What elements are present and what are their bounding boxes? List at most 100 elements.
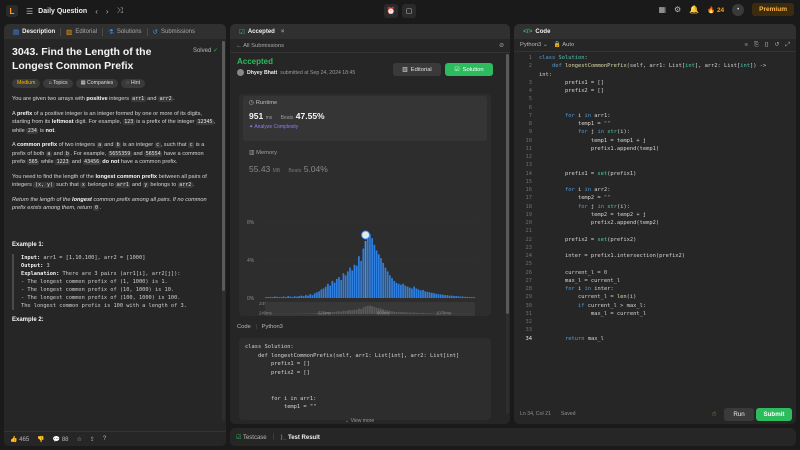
notification-bell-icon[interactable]: 🔔 bbox=[689, 5, 699, 14]
histogram-bar[interactable] bbox=[472, 297, 475, 298]
histogram-bar[interactable] bbox=[402, 283, 404, 298]
histogram-bar[interactable] bbox=[395, 282, 398, 298]
histogram-bar[interactable] bbox=[461, 296, 464, 298]
histogram-bar[interactable] bbox=[291, 296, 294, 298]
histogram-bar[interactable] bbox=[377, 254, 380, 298]
description-scrollbar[interactable] bbox=[222, 41, 225, 421]
histogram-bar[interactable] bbox=[333, 282, 336, 298]
histogram-bar[interactable] bbox=[320, 289, 323, 298]
notes-list-icon[interactable]: ≡ bbox=[745, 42, 748, 49]
runtime-distribution-chart[interactable]: 8%4%0%249ms525ms800ms1076ms249ms525ms800… bbox=[239, 94, 491, 316]
histogram-bar[interactable] bbox=[413, 286, 416, 298]
histogram-bar[interactable] bbox=[353, 264, 356, 298]
histogram-bar[interactable] bbox=[300, 295, 303, 298]
histogram-bar[interactable] bbox=[466, 296, 469, 298]
histogram-bar[interactable] bbox=[404, 285, 407, 298]
test-result-tab[interactable]: ⟩_ Test Result bbox=[280, 434, 320, 441]
histogram-bar[interactable] bbox=[265, 297, 267, 298]
histogram-bar[interactable] bbox=[302, 296, 305, 298]
histogram-bar[interactable] bbox=[411, 288, 413, 299]
timer-icon[interactable]: ⏰ bbox=[384, 4, 398, 18]
histogram-bar[interactable] bbox=[278, 297, 281, 298]
histogram-bar[interactable] bbox=[327, 283, 329, 298]
topics-tag[interactable]: ⌂ Topics bbox=[43, 79, 73, 88]
histogram-bar[interactable] bbox=[282, 296, 285, 298]
histogram-bar[interactable] bbox=[415, 288, 418, 299]
editorial-button[interactable]: ▥ Editorial bbox=[393, 63, 441, 76]
like-button[interactable]: 👍 465 bbox=[10, 436, 29, 443]
histogram-bar[interactable] bbox=[276, 296, 278, 298]
histogram-bar[interactable] bbox=[448, 295, 451, 298]
histogram-bar[interactable] bbox=[366, 237, 369, 298]
histogram-bar[interactable] bbox=[342, 273, 345, 298]
histogram-bar[interactable] bbox=[428, 292, 431, 298]
prev-problem-icon[interactable]: ‹ bbox=[95, 7, 98, 16]
histogram-bar[interactable] bbox=[351, 270, 354, 298]
histogram-bar[interactable] bbox=[386, 271, 389, 298]
histogram-bar[interactable] bbox=[397, 283, 400, 298]
histogram-bar[interactable] bbox=[316, 292, 318, 298]
histogram-bar[interactable] bbox=[371, 238, 374, 298]
histogram-bar[interactable] bbox=[324, 286, 327, 298]
code-editor[interactable]: 1 class Solution: 2 def longestCommonPrefi… bbox=[514, 54, 796, 402]
view-more-link[interactable]: ⌄ View more bbox=[345, 418, 374, 424]
histogram-bar[interactable] bbox=[444, 295, 446, 298]
histogram-bar[interactable] bbox=[322, 288, 325, 299]
histogram-bar[interactable] bbox=[446, 295, 449, 298]
problem-title[interactable]: 3043. Find the Length of the Longest Com… bbox=[12, 45, 182, 73]
scrollbar-thumb[interactable] bbox=[506, 54, 509, 314]
histogram-bar[interactable] bbox=[313, 293, 316, 298]
histogram-bar[interactable] bbox=[355, 265, 358, 298]
histogram-bar[interactable] bbox=[384, 267, 387, 298]
histogram-bar[interactable] bbox=[375, 250, 378, 299]
histogram-bar[interactable] bbox=[269, 296, 272, 298]
tab-description[interactable]: ▤ Description bbox=[8, 28, 60, 36]
submit-button[interactable]: Submit bbox=[756, 408, 792, 421]
histogram-bar[interactable] bbox=[340, 279, 343, 298]
histogram-bar[interactable] bbox=[296, 296, 298, 298]
histogram-bar[interactable] bbox=[468, 297, 471, 298]
histogram-bar[interactable] bbox=[360, 260, 362, 298]
tab-submissions[interactable]: ↺ Submissions bbox=[148, 28, 200, 36]
share-icon[interactable]: ⇪ bbox=[90, 436, 95, 443]
settings-gear-icon[interactable]: ⚙ bbox=[674, 5, 681, 14]
histogram-bar[interactable] bbox=[304, 295, 307, 298]
help-icon[interactable]: ? bbox=[103, 436, 106, 442]
histogram-bar[interactable] bbox=[430, 292, 433, 298]
histogram-bar[interactable] bbox=[433, 293, 435, 298]
histogram-bar[interactable] bbox=[349, 267, 351, 298]
histogram-bar[interactable] bbox=[293, 296, 296, 298]
next-problem-icon[interactable]: › bbox=[106, 7, 109, 16]
histogram-bar[interactable] bbox=[450, 295, 453, 298]
histogram-bar[interactable] bbox=[457, 296, 460, 298]
histogram-bar[interactable] bbox=[464, 296, 466, 298]
fullscreen-icon[interactable]: ⤢ bbox=[785, 42, 790, 49]
testcase-tab[interactable]: ☑ Testcase bbox=[236, 434, 267, 441]
histogram-bar[interactable] bbox=[344, 275, 347, 298]
histogram-bar[interactable] bbox=[406, 286, 409, 298]
histogram-bar[interactable] bbox=[362, 248, 365, 298]
run-button[interactable]: Run bbox=[724, 408, 754, 421]
histogram-bar[interactable] bbox=[453, 296, 455, 298]
histogram-bar[interactable] bbox=[285, 297, 287, 298]
histogram-bar[interactable] bbox=[388, 275, 391, 298]
histogram-bar[interactable] bbox=[311, 295, 314, 298]
companies-tag[interactable]: ▦ Companies bbox=[75, 79, 119, 88]
hint-tag[interactable]: ◌ Hint bbox=[121, 79, 146, 88]
submission-scrollbar[interactable] bbox=[506, 54, 509, 414]
language-select[interactable]: Python3 ⌄ bbox=[520, 42, 548, 48]
tab-accepted[interactable]: ☑ Accepted × bbox=[234, 28, 289, 36]
histogram-bar[interactable] bbox=[382, 262, 385, 298]
histogram-bar[interactable] bbox=[267, 297, 270, 298]
reset-icon[interactable]: ↺ bbox=[775, 42, 780, 49]
histogram-bar[interactable] bbox=[408, 287, 411, 298]
all-submissions-link[interactable]: ← All Submissions bbox=[236, 43, 284, 49]
post-solution-button[interactable]: ☑ Solution bbox=[445, 63, 493, 76]
histogram-bar[interactable] bbox=[280, 296, 283, 298]
problem-list-title[interactable]: Daily Question bbox=[38, 8, 87, 15]
bookmark-icon[interactable]: ⎘ bbox=[754, 42, 759, 49]
histogram-bar[interactable] bbox=[287, 296, 290, 298]
histogram-bar[interactable] bbox=[338, 277, 340, 298]
histogram-bar[interactable] bbox=[346, 271, 349, 298]
tab-code[interactable]: </> Code bbox=[518, 28, 555, 35]
